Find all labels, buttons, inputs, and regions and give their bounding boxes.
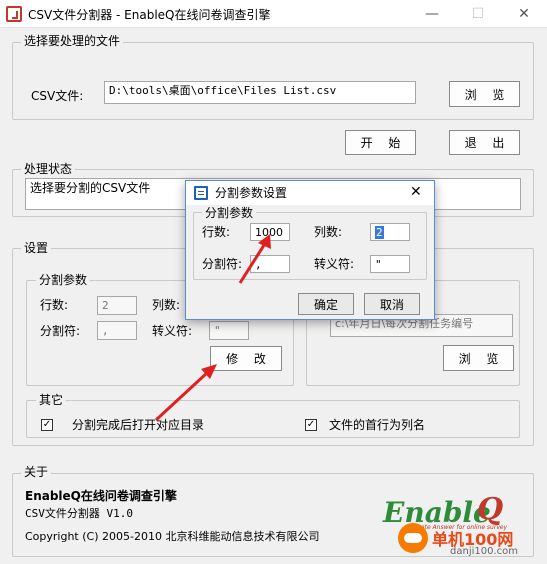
arrow-to-modify-button bbox=[154, 364, 217, 422]
annotation-arrows bbox=[154, 234, 271, 422]
arrow-to-rows-input bbox=[238, 234, 271, 284]
